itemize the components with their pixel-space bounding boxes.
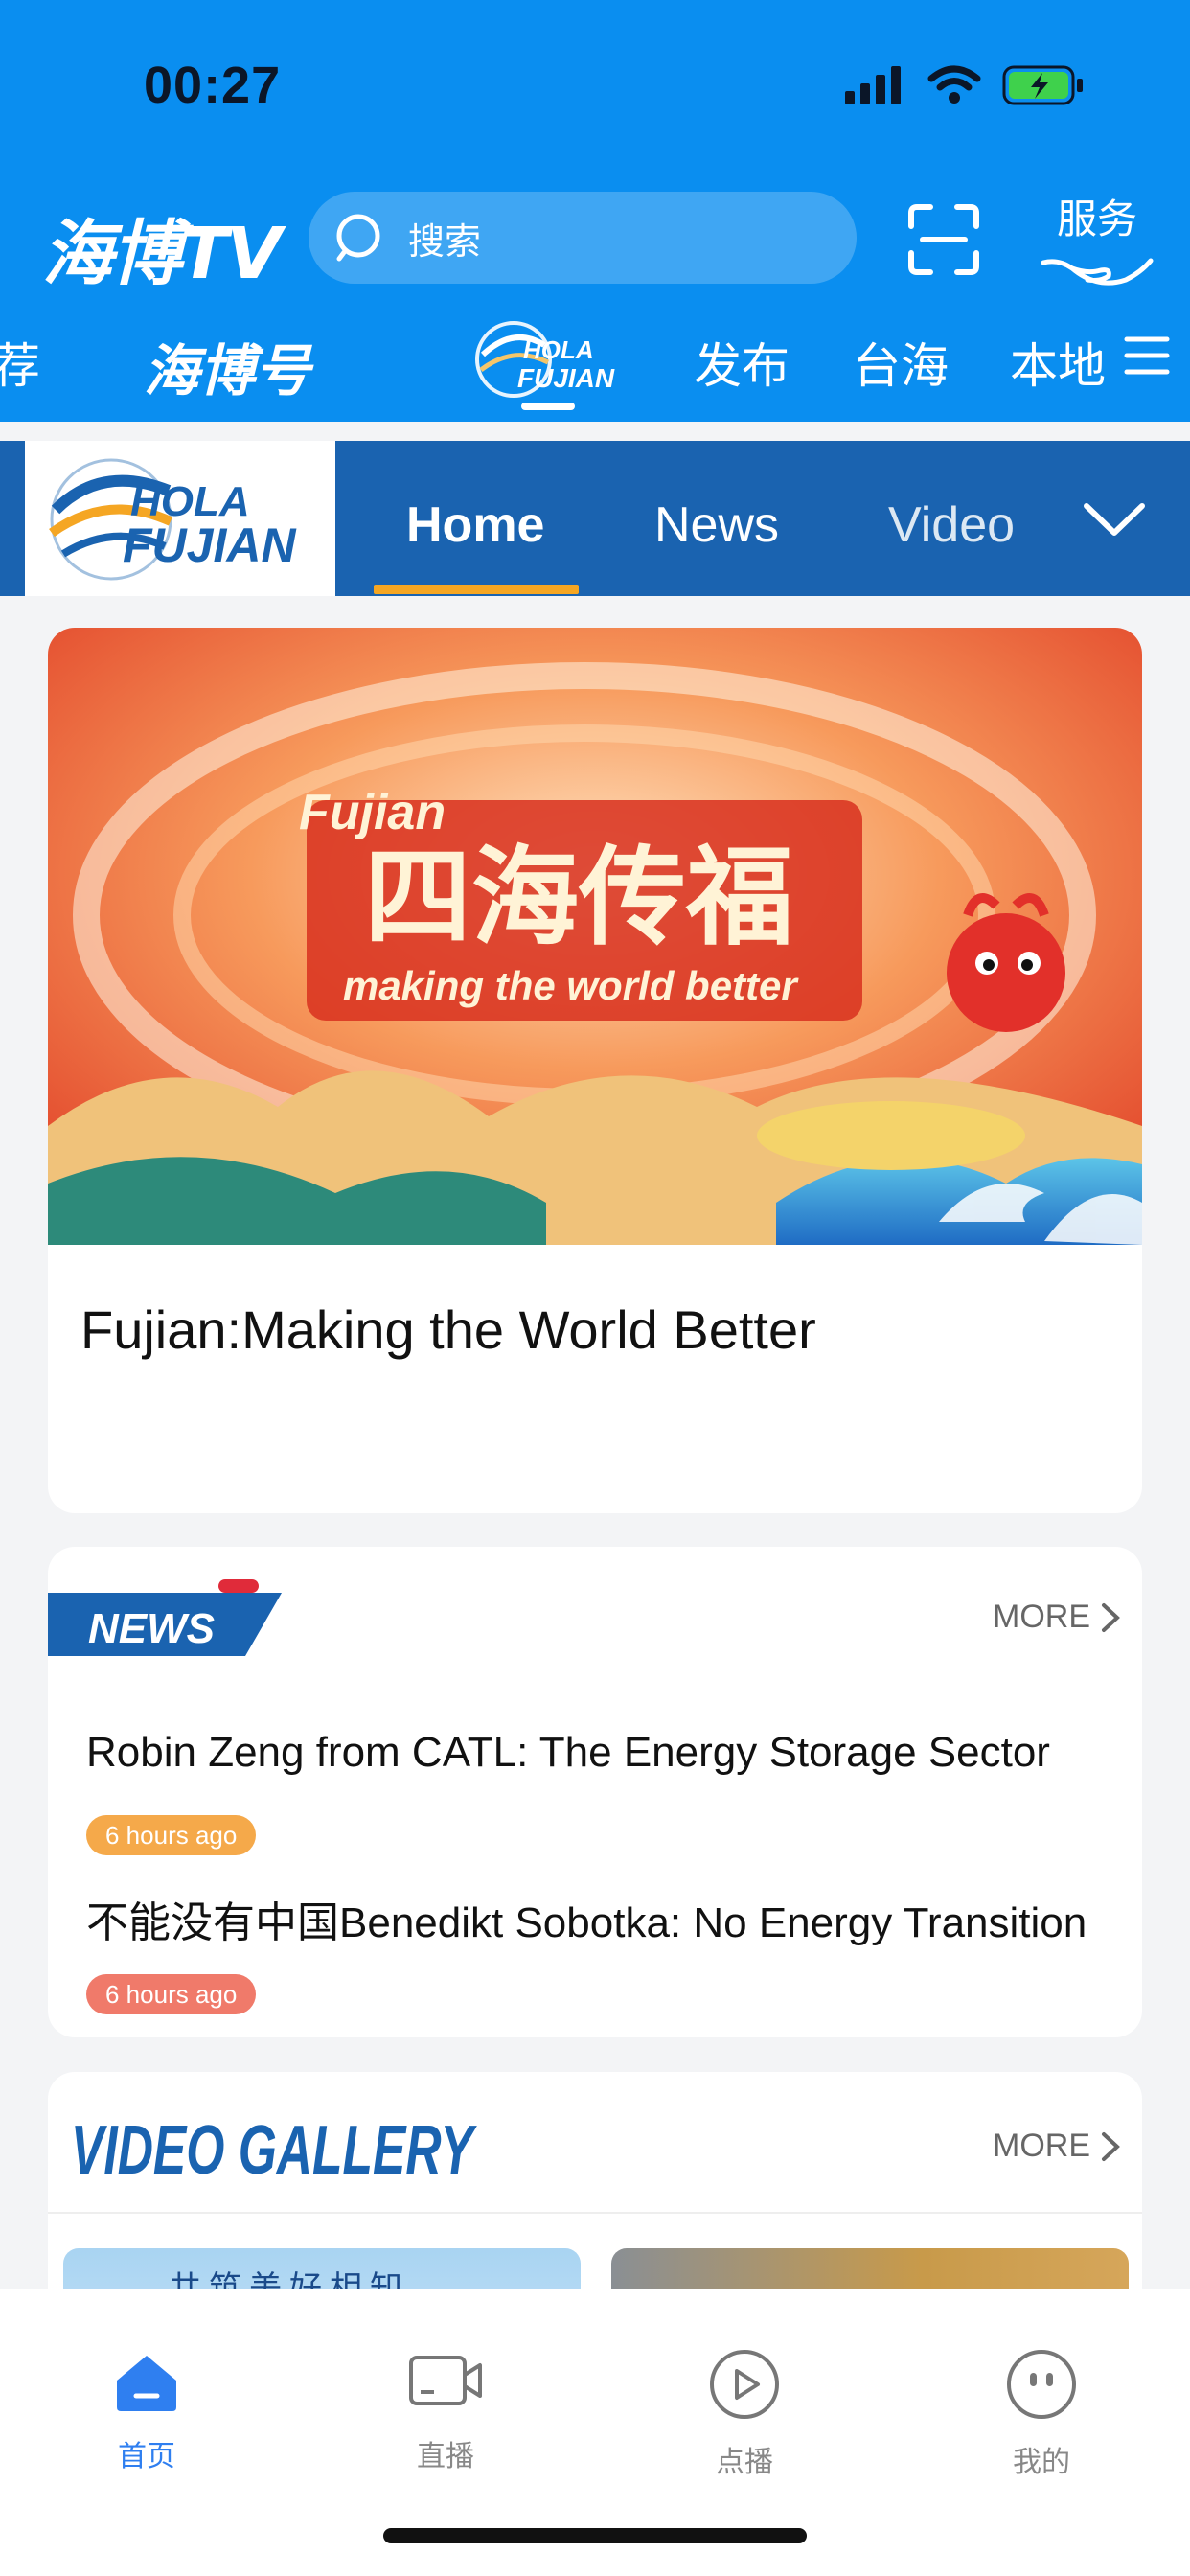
news-item-time-badge: 6 hours ago: [86, 1815, 257, 1855]
status-time: 00:27: [144, 57, 282, 114]
hero-card[interactable]: Fujian 四海传福 making the world better Fuji…: [48, 628, 1142, 1513]
hola-fujian-logo: HOLA FUJIAN: [25, 441, 335, 596]
news-item-time-badge: 6 hours ago: [86, 1974, 257, 2014]
chevron-right-icon: [1102, 2131, 1120, 2161]
tab-active-indicator: [374, 585, 579, 594]
tab-bar-profile-label: 我的: [1013, 2446, 1070, 2479]
tab-news[interactable]: News: [654, 496, 779, 554]
home-icon: [117, 2356, 176, 2411]
hero-banner-image: Fujian 四海传福 making the world better: [48, 628, 1142, 1245]
search-bar[interactable]: 搜索: [309, 192, 857, 284]
hand-icon: [1041, 258, 1154, 286]
svg-text:FUJIAN: FUJIAN: [517, 363, 615, 393]
channel-tab-taihai[interactable]: 台海: [853, 328, 949, 397]
channel-tab-local[interactable]: 本地: [1010, 328, 1106, 397]
video-more-label: MORE: [993, 2128, 1090, 2164]
live-camera-icon: [409, 2356, 482, 2405]
channel-tab-publish[interactable]: 发布: [694, 328, 790, 397]
chevron-down-icon[interactable]: [1083, 500, 1146, 539]
service-label: 服务: [1056, 196, 1137, 242]
tab-bar-vod[interactable]: 点播: [663, 2348, 826, 2480]
channel-tab-recommend[interactable]: 荐: [0, 328, 40, 397]
scan-icon[interactable]: [905, 201, 982, 278]
banner-en-top: Fujian: [299, 785, 446, 840]
tab-home[interactable]: Home: [406, 496, 544, 554]
video-gallery-logo: VIDEO GALLERY: [71, 2112, 477, 2189]
tab-bar-profile[interactable]: 我的: [960, 2348, 1123, 2480]
app-logo: 海博TV: [42, 213, 282, 295]
tab-bar-home-label: 首页: [118, 2440, 175, 2473]
news-section-logo: NEWS: [48, 1579, 282, 1656]
banner-cn: 四海传福: [364, 835, 793, 960]
tab-video[interactable]: Video: [888, 496, 1015, 554]
news-item-title[interactable]: 不能没有中国Benedikt Sobotka: No Energy Transi…: [86, 1888, 1142, 1949]
hola-fujian-globe-icon: HOLA FUJIAN: [49, 458, 296, 581]
channel-tabs: 荐 海博号 HOLA FUJIAN 发布 台海 本地: [0, 316, 1190, 412]
wifi-icon: [927, 65, 981, 104]
channel-tab-hola-fujian[interactable]: HOLA FUJIAN: [473, 316, 627, 414]
news-more-button[interactable]: MORE: [993, 1598, 1121, 1636]
tab-bar-live-label: 直播: [417, 2440, 474, 2473]
section-nav: HOLA FUJIAN Home News Video: [0, 441, 1190, 596]
news-card: NEWS MORE Robin Zeng from CATL: The Ener…: [48, 1547, 1142, 2037]
tab-bar-live[interactable]: 直播: [364, 2348, 527, 2474]
fujian-text: FUJIAN: [123, 518, 296, 572]
top-header: 00:27 海博TV 搜索 服务 荐 海博号 HOLA FUJIAN 发布 台海…: [0, 0, 1190, 422]
banner-en-sub: making the world better: [343, 963, 799, 1008]
news-more-label: MORE: [993, 1598, 1090, 1635]
chevron-right-icon: [1102, 1602, 1120, 1632]
battery-charging-icon: [1002, 65, 1083, 105]
svg-text:HOLA: HOLA: [523, 335, 594, 364]
divider: [48, 2212, 1142, 2214]
service-button[interactable]: 服务: [1040, 187, 1155, 303]
cellular-signal-icon: [845, 66, 901, 104]
search-icon: [336, 214, 380, 262]
search-placeholder: 搜索: [408, 219, 482, 263]
video-more-button[interactable]: MORE: [993, 2128, 1121, 2165]
tab-bar-home[interactable]: 首页: [65, 2348, 228, 2474]
news-item-title[interactable]: Robin Zeng from CATL: The Energy Storage…: [86, 1729, 1142, 1777]
tab-bar-vod-label: 点播: [716, 2446, 773, 2479]
menu-icon[interactable]: [1123, 332, 1171, 380]
video-section-title: VIDEO GALLERY: [71, 2112, 477, 2189]
channel-active-indicator: [521, 402, 575, 410]
channel-tab-haibohao[interactable]: 海博号: [144, 326, 310, 406]
status-icons: [845, 65, 1085, 105]
news-section-title: NEWS: [88, 1605, 215, 1652]
home-indicator[interactable]: [383, 2528, 807, 2543]
play-circle-icon: [710, 2350, 779, 2419]
hero-title[interactable]: Fujian:Making the World Better: [80, 1299, 816, 1361]
hola-fujian-logo-icon: HOLA FUJIAN: [475, 321, 615, 398]
profile-icon: [1007, 2350, 1076, 2419]
